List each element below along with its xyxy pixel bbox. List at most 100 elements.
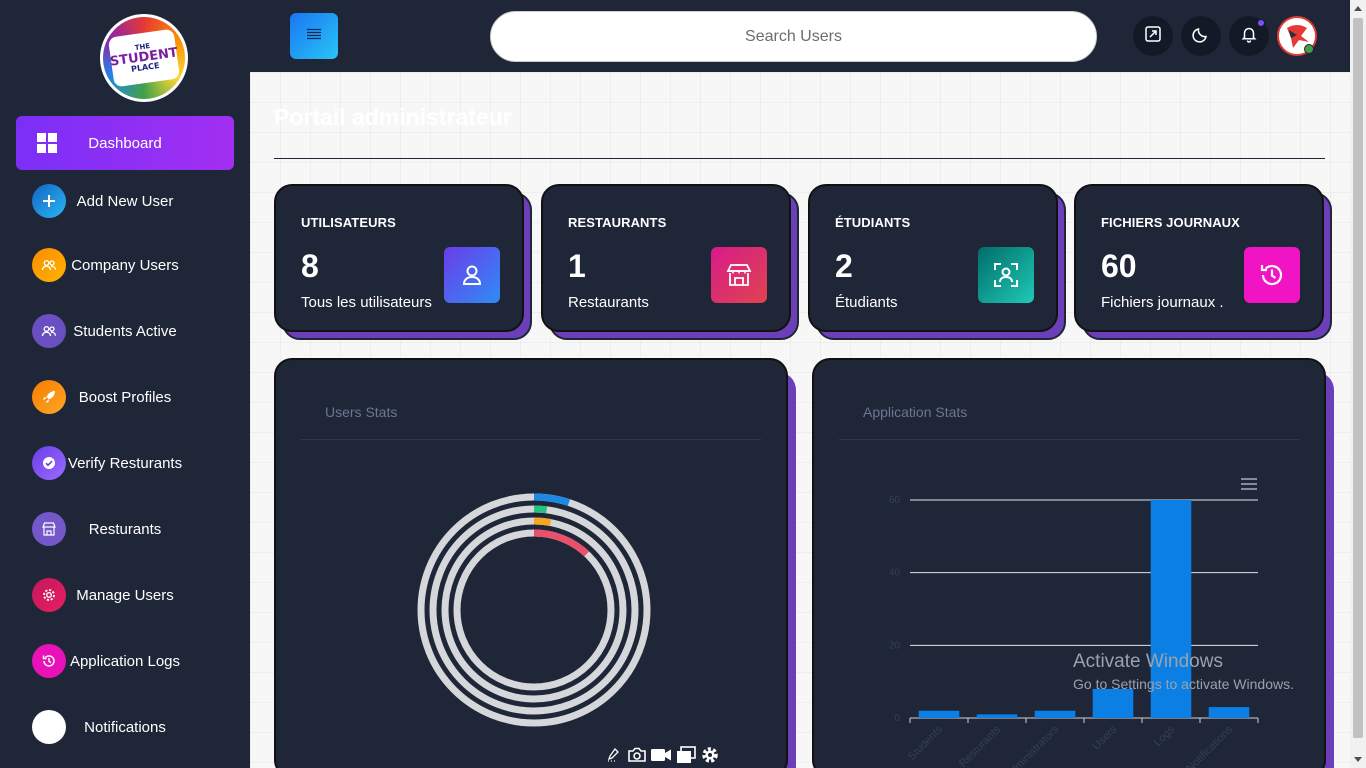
sidebar-item-label: Students Active [73,322,177,340]
stat-title: UTILISATEURS [301,215,396,230]
title-divider [274,158,1325,159]
student-place-logo[interactable]: THE STUDENT PLACE [100,14,188,102]
bar [918,710,960,718]
sidebar-item-label: Company Users [71,256,179,274]
sidebar-item-students-active[interactable]: Students Active [16,304,234,358]
card-face: FICHIERS JOURNAUX 60 Fichiers journaux . [1074,184,1324,332]
card-face: Application Stats 0 20 40 60 Students Restura… [812,358,1326,768]
moon-icon [1192,25,1210,48]
sidebar-item-label: Resturants [88,520,162,538]
stat-value: 60 [1101,248,1137,284]
x-tick-label: Users [1090,723,1119,752]
x-tick-label: Notifications [1184,723,1235,768]
card-face: RESTAURANTS 1 Restaurants [541,184,791,332]
application-stats-card: Application Stats 0 20 40 60 Students Restura… [812,358,1334,768]
radial-chart [417,493,651,727]
menu-toggle-button[interactable] [290,13,338,59]
bar [976,714,1018,718]
sidebar-item-notifications[interactable]: Notifications [16,700,234,754]
camera-icon[interactable] [626,744,648,766]
stat-title: ÉTUDIANTS [835,215,911,230]
radial-bar [533,505,548,514]
sidebar-item-label: Application Logs [69,652,181,670]
y-tick-label: 20 [889,640,901,651]
logo-line-3: PLACE [130,60,161,74]
gear-icon[interactable] [699,744,721,766]
sidebar-item-company-users[interactable]: Company Users [16,238,234,292]
sidebar-item-label: Boost Profiles [78,388,172,406]
eyedropper-icon[interactable] [602,744,624,766]
notification-badge [1257,19,1265,27]
watermark-line-1: Activate Windows [1073,651,1223,672]
online-status-dot [1304,44,1314,54]
logo-text: THE STUDENT PLACE [107,28,181,88]
y-tick-label: 0 [894,713,900,724]
sidebar-item-resturants[interactable]: Resturants [16,502,234,556]
radial-track [429,505,639,715]
stat-card-log-files: FICHIERS JOURNAUX 60 Fichiers journaux . [1074,184,1332,340]
sidebar-item-manage-users[interactable]: Manage Users [16,568,234,622]
stat-subtitle: Restaurants [568,294,649,311]
radial-track [453,529,615,691]
notifications-button[interactable] [1229,16,1269,56]
bar [1034,710,1076,718]
expand-icon [1144,25,1162,48]
stat-value: 1 [568,248,586,284]
bar [1092,688,1134,718]
stat-title: RESTAURANTS [568,215,667,230]
stat-subtitle: Fichiers journaux . [1101,294,1224,311]
search-bar[interactable] [490,11,1097,62]
scroll-thumb[interactable] [1353,18,1363,738]
sidebar-item-boost-profiles[interactable]: Boost Profiles [16,370,234,424]
sidebar-item-label: Add New User [76,192,174,210]
x-tick-label: Students [906,723,946,763]
history-icon [1244,247,1300,303]
sidebar: THE STUDENT PLACE Dashboard Add New User… [0,0,250,768]
radial-track [441,517,627,703]
bar [1208,707,1250,718]
store-icon [711,247,767,303]
y-tick-label: 40 [889,568,901,579]
scroll-up-arrow-icon[interactable] [1354,6,1362,11]
id-scan-icon [978,247,1034,303]
sidebar-item-label: Dashboard [88,134,162,152]
sidebar-item-application-logs[interactable]: Application Logs [16,634,234,688]
card-face: UTILISATEURS 8 Tous les utilisateurs [274,184,524,332]
bell-icon [1240,25,1258,48]
sidebar-item-verify-resturants[interactable]: Verify Resturants [16,436,234,490]
stat-card-users: UTILISATEURS 8 Tous les utilisateurs [274,184,532,340]
radial-bar [533,493,571,506]
stat-title: FICHIERS JOURNAUX [1101,215,1240,230]
page-scrollbar[interactable] [1350,0,1366,768]
x-tick-label: Administrators [1003,723,1062,768]
fullscreen-button[interactable] [1133,16,1173,56]
capture-toolbar [597,741,726,768]
users-stats-card: Users Stats [274,358,796,768]
stat-subtitle: Étudiants [835,294,898,311]
stat-card-restaurants: RESTAURANTS 1 Restaurants [541,184,799,340]
x-tick-label: Resturants [957,723,1003,768]
bar-chart: 0 20 40 60 Students Resturants Administrators U… [889,495,1259,768]
dark-mode-toggle[interactable] [1181,16,1221,56]
hamburger-icon [306,27,322,45]
stat-subtitle: Tous les utilisateurs [301,294,432,311]
y-tick-label: 60 [889,495,901,506]
stat-card-students: ÉTUDIANTS 2 Étudiants [808,184,1066,340]
sidebar-item-add-new-user[interactable]: Add New User [16,174,234,228]
sidebar-item-label: Verify Resturants [67,454,183,472]
search-input[interactable] [491,27,1096,46]
sidebar-item-label: Notifications [84,718,166,736]
scroll-down-arrow-icon[interactable] [1354,757,1362,762]
stat-value: 2 [835,248,853,284]
sidebar-item-dashboard[interactable]: Dashboard [16,116,234,170]
windows-icon[interactable] [675,744,697,766]
watermark-line-2: Go to Settings to activate Windows. [1073,676,1294,692]
x-tick-label: Logs [1152,723,1178,749]
user-icon [444,247,500,303]
stat-value: 8 [301,248,319,284]
radial-bar [533,517,552,527]
page-title: Portail administrateur [274,104,512,130]
card-face: ÉTUDIANTS 2 Étudiants [808,184,1058,332]
video-camera-icon[interactable] [650,744,672,766]
activate-windows-watermark: Activate Windows Go to Settings to activ… [1073,651,1294,692]
